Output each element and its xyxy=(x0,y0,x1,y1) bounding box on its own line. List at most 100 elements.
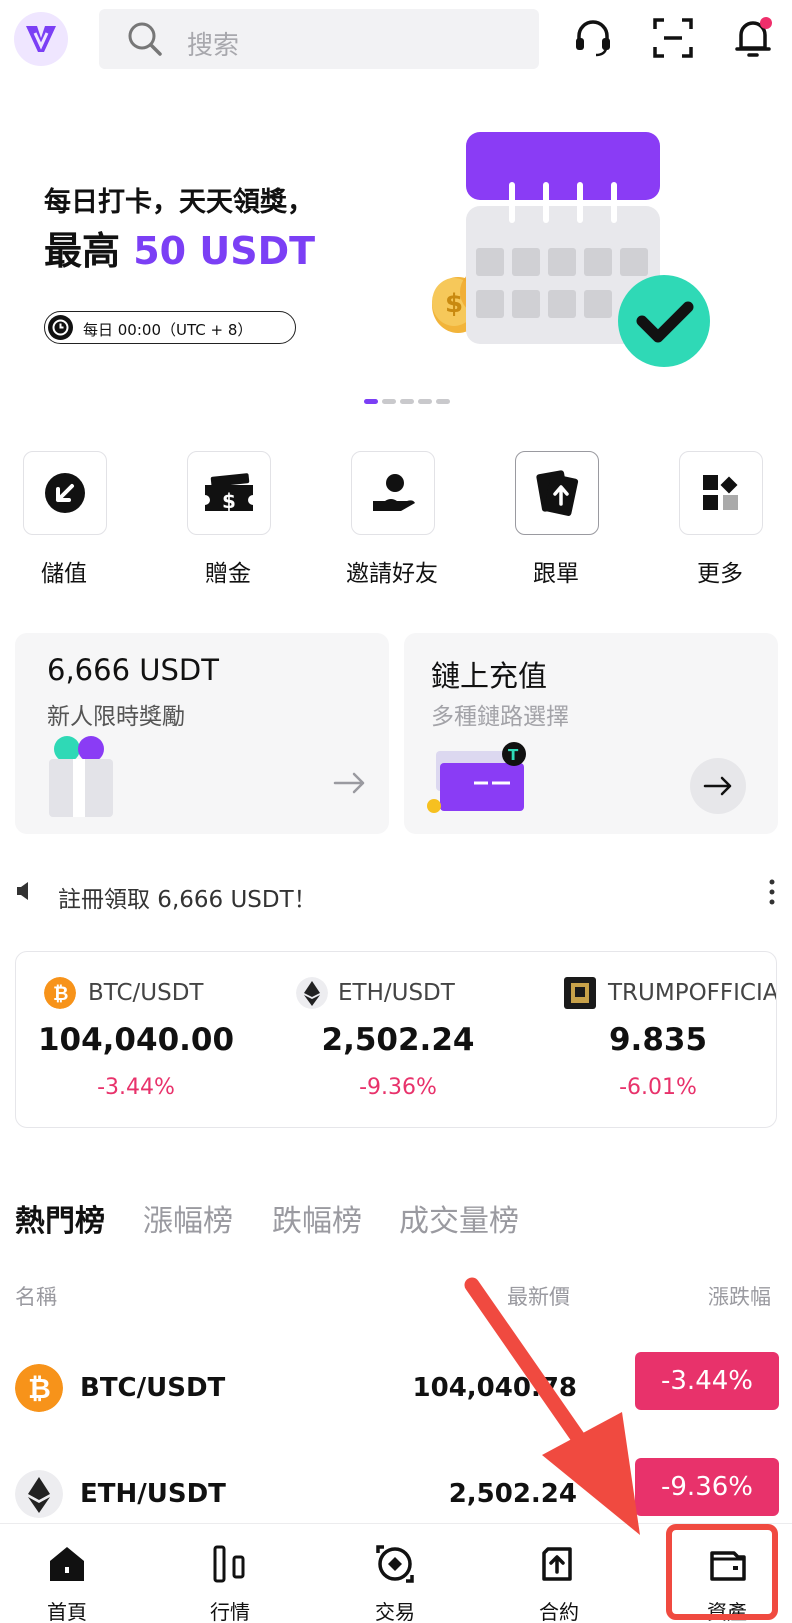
svg-text:₿: ₿ xyxy=(28,1372,51,1405)
ticker-carousel: ₿ BTC/USDT 104,040.00 -3.44% ETH/USDT 2,… xyxy=(15,951,777,1128)
nav-home[interactable]: 首頁 xyxy=(0,1524,146,1623)
newbie-reward-amount: 6,666 USDT xyxy=(47,653,219,687)
quick-action-copy-trade[interactable] xyxy=(515,451,599,535)
scan-icon[interactable] xyxy=(650,15,696,61)
banner-dot xyxy=(400,399,414,404)
nav-home-label: 首頁 xyxy=(47,1600,87,1623)
banner-pagination xyxy=(364,399,450,404)
row-pair: ETH/USDT xyxy=(80,1479,226,1509)
row-price: 2,502.24 xyxy=(448,1479,577,1509)
ticker-price: 104,040.00 xyxy=(37,1022,235,1058)
banner-dot xyxy=(436,399,450,404)
nav-market[interactable]: 行情 xyxy=(151,1524,309,1623)
announcement-text[interactable]: 註冊領取 6,666 USDT！ xyxy=(58,880,317,914)
ticker-pair: ETH/USDT xyxy=(338,980,455,1006)
trump-coin-icon xyxy=(564,977,596,1009)
arrow-right-circle-button[interactable] xyxy=(690,758,746,814)
quick-action-more-label: 更多 xyxy=(697,561,743,587)
newbie-reward-subtitle: 新人限時獎勵 xyxy=(47,704,185,730)
onchain-deposit-subtitle: 多種鏈路選擇 xyxy=(431,704,569,730)
eth-coin-icon xyxy=(15,1470,63,1518)
tab-gainers[interactable]: 漲幅榜 xyxy=(143,1196,233,1240)
row-change-badge: -3.44% xyxy=(635,1352,779,1410)
svg-text:T: T xyxy=(508,746,519,764)
banner-reward: 最高 50 USDT xyxy=(44,220,315,275)
banner-dot xyxy=(418,399,432,404)
banner-reward-amount: 50 USDT xyxy=(133,229,316,273)
ticker-eth[interactable]: ETH/USDT 2,502.24 -9.36% xyxy=(278,952,538,1127)
onchain-deposit-title: 鏈上充值 xyxy=(431,659,548,693)
ticker-price: 9.835 xyxy=(608,1022,708,1058)
quick-action-bonus-label: 贈金 xyxy=(205,561,251,587)
quick-action-copy-trade-label: 跟單 xyxy=(533,561,579,587)
eth-coin-icon xyxy=(296,977,328,1009)
home-icon xyxy=(50,1547,84,1581)
banner-dot xyxy=(382,399,396,404)
nav-market-label: 行情 xyxy=(210,1600,250,1623)
quick-action-invite-label: 邀請好友 xyxy=(346,561,438,587)
svg-text:₿: ₿ xyxy=(53,983,68,1005)
tab-losers[interactable]: 跌幅榜 xyxy=(272,1196,362,1240)
onchain-deposit-card[interactable]: 鏈上充值 多種鏈路選擇 T xyxy=(404,633,778,834)
svg-text:$: $ xyxy=(222,489,236,513)
trade-swap-icon xyxy=(376,1545,414,1583)
invite-hand-icon xyxy=(373,474,415,511)
more-vertical-icon[interactable] xyxy=(768,878,776,906)
search-placeholder: 搜索 xyxy=(187,31,240,61)
clock-icon xyxy=(48,315,73,340)
banner-time-text: 每日 00:00（UTC + 8） xyxy=(83,321,253,339)
newbie-reward-card[interactable]: 6,666 USDT 新人限時獎勵 xyxy=(15,633,389,834)
market-bars-icon xyxy=(213,1545,245,1583)
contract-upload-icon xyxy=(542,1547,572,1581)
top-header: 搜索 xyxy=(0,0,792,80)
deposit-arrow-icon xyxy=(45,473,85,513)
table-row[interactable]: ₿ BTC/USDT 104,040.78 -3.44% xyxy=(0,1352,792,1432)
nav-trade[interactable]: 交易 xyxy=(316,1524,474,1623)
column-header-change[interactable]: 漲跌幅 xyxy=(708,1281,771,1311)
ticker-pair: BTC/USDT xyxy=(88,980,204,1006)
search-icon xyxy=(128,22,162,56)
annotation-highlight-box xyxy=(666,1524,778,1620)
arrow-right-icon xyxy=(703,776,732,796)
row-price: 104,040.78 xyxy=(412,1373,577,1403)
quick-action-bonus[interactable]: $ xyxy=(187,451,271,535)
ticker-price: 2,502.24 xyxy=(321,1022,475,1058)
speaker-icon xyxy=(17,882,28,900)
btc-coin-icon: ₿ xyxy=(15,1364,63,1412)
banner-dot-active xyxy=(364,399,378,404)
nav-trade-label: 交易 xyxy=(375,1600,415,1623)
banner-time-pill: 每日 00:00（UTC + 8） xyxy=(44,311,296,344)
quick-action-deposit-label: 儲值 xyxy=(41,561,87,587)
ticker-change: -6.01% xyxy=(619,1075,697,1100)
column-header-name: 名稱 xyxy=(15,1285,57,1309)
quick-action-deposit[interactable] xyxy=(23,451,107,535)
ticker-change: -9.36% xyxy=(359,1075,437,1100)
row-pair: BTC/USDT xyxy=(80,1373,226,1403)
tab-hot[interactable]: 熱門榜 xyxy=(15,1196,105,1240)
notification-dot xyxy=(760,17,772,29)
gift-box-illustration xyxy=(49,736,113,817)
search-bar[interactable]: 搜索 xyxy=(99,9,539,69)
headset-icon[interactable] xyxy=(570,15,616,61)
copy-trade-card-icon xyxy=(536,470,579,516)
nav-contract[interactable]: 合約 xyxy=(480,1524,638,1623)
ticket-dollar-icon: $ xyxy=(205,473,253,513)
ticker-trump[interactable]: TRUMPOFFICIAL 9.835 -6.01% xyxy=(538,952,777,1127)
ticker-btc[interactable]: ₿ BTC/USDT 104,040.00 -3.44% xyxy=(16,952,276,1127)
app-logo[interactable] xyxy=(14,12,68,66)
more-grid-icon xyxy=(703,475,738,510)
btc-coin-icon: ₿ xyxy=(44,977,76,1009)
nav-contract-label: 合約 xyxy=(539,1600,579,1623)
logo-icon xyxy=(26,26,56,52)
banner-reward-prefix: 最高 xyxy=(44,229,134,273)
arrow-right-icon[interactable] xyxy=(333,771,367,795)
ticker-pair: TRUMPOFFICIAL xyxy=(608,980,777,1006)
calendar-checkin-illustration: $ xyxy=(432,132,710,367)
tether-card-illustration: T xyxy=(427,742,526,813)
ticker-change: -3.44% xyxy=(97,1075,175,1100)
column-header-price[interactable]: 最新價 xyxy=(507,1281,570,1311)
quick-action-more[interactable] xyxy=(679,451,763,535)
row-change-badge: -9.36% xyxy=(635,1458,779,1516)
tab-volume[interactable]: 成交量榜 xyxy=(399,1196,519,1240)
quick-action-invite[interactable] xyxy=(351,451,435,535)
